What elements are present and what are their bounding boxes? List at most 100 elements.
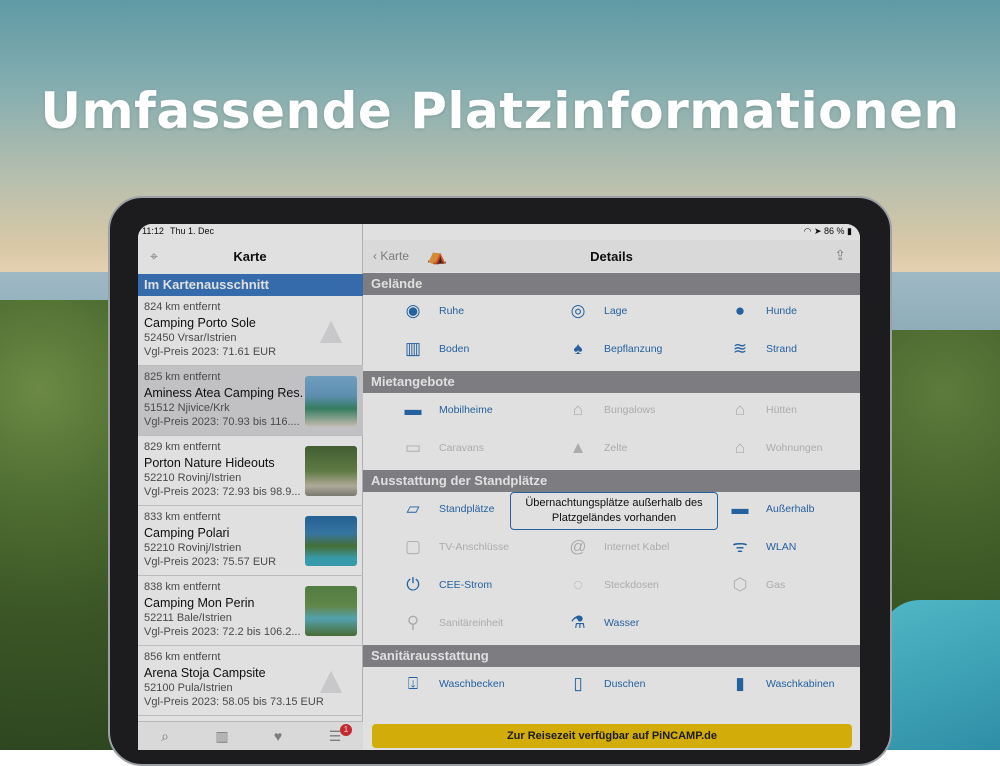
list-item[interactable]: 824 km entfernt Camping Porto Sole 52450… xyxy=(138,296,363,366)
filter-badge: 1 xyxy=(340,724,352,736)
section-miet: Mietangebote xyxy=(363,371,860,393)
cta-button[interactable]: Zur Reisezeit verfügbar auf PiNCAMP.de xyxy=(372,724,852,748)
feature-hunde[interactable]: ● Hunde xyxy=(724,299,797,323)
section-sanitaer: Sanitärausstattung xyxy=(363,645,860,667)
tree-icon: ♠ xyxy=(573,339,583,359)
campsite-thumbnail xyxy=(305,376,357,426)
apartment-icon: ⌂ xyxy=(734,438,746,458)
wifi-icon: ◠ xyxy=(803,226,812,236)
tablet-screen: ⌖ Karte Im Kartenausschnitt 824 km entfe… xyxy=(138,224,860,750)
list-item[interactable]: 825 km entfernt Aminess Atea Camping Res… xyxy=(138,366,363,436)
eye-icon: ◎ xyxy=(570,301,586,321)
tv-icon: ▢ xyxy=(404,537,422,557)
details-nav: ‹ Karte ⛺ Details ⇪ xyxy=(363,240,860,272)
feature-mobilheime[interactable]: ▬ Mobilheime xyxy=(397,398,493,422)
list-item[interactable]: 856 km entfernt Arena Stoja Campsite 521… xyxy=(138,646,363,716)
tent-icon: ▲ xyxy=(312,310,350,352)
campsite-thumbnail xyxy=(305,516,357,566)
left-title: Karte xyxy=(233,249,267,264)
feature-ruhe[interactable]: ◉ Ruhe xyxy=(397,299,465,323)
campsite-thumbnail xyxy=(305,446,357,496)
feature-caravans[interactable]: ▭ Caravans xyxy=(397,436,484,460)
feature-waschbecken[interactable]: ⍗ Waschbecken xyxy=(397,672,505,696)
water-tap-icon: ⚗ xyxy=(570,613,586,633)
tooltip: Übernachtungsplätze außerhalb des Platzg… xyxy=(510,492,718,530)
list-item[interactable]: 829 km entfernt Porton Nature Hideouts 5… xyxy=(138,436,363,506)
feature-duschen[interactable]: ▯ Duschen xyxy=(562,672,645,696)
mobile-home-icon: ▬ xyxy=(404,400,422,420)
section-gelaende: Gelände xyxy=(363,273,860,295)
ear-icon: ◉ xyxy=(405,301,421,321)
feature-huetten[interactable]: ⌂ Hütten xyxy=(724,398,797,422)
location-icon: ➤ xyxy=(813,226,822,236)
status-date: Thu 1. Dec xyxy=(170,226,215,236)
sanitary-icon: ⚲ xyxy=(406,613,420,633)
feature-tv[interactable]: ▢ TV-Anschlüsse xyxy=(397,535,509,559)
campsite-thumbnail xyxy=(305,586,357,636)
list-item[interactable]: 838 km entfernt Camping Mon Perin 52211 … xyxy=(138,576,363,646)
campsite-name: Camping Mon Perin xyxy=(144,596,255,610)
tab-bar: ⌕ ▥ ♥ ☰ 1 xyxy=(138,721,363,750)
feature-wohnungen[interactable]: ⌂ Wohnungen xyxy=(724,436,823,460)
camper-icon: ▬ xyxy=(731,499,749,519)
campsite-name: Camping Porto Sole xyxy=(144,316,256,330)
page-title: Umfassende Platzinformationen xyxy=(40,82,960,140)
plug-icon: ⏻ xyxy=(406,575,420,595)
campsite-name: Camping Polari xyxy=(144,526,230,540)
status-battery: ◠ ➤ 86 % ▮ xyxy=(803,226,852,236)
campsite-price: Vgl-Preis 2023: 70.93 bis 116.... xyxy=(144,416,300,428)
sink-icon: ⍗ xyxy=(407,674,419,694)
left-panel: ⌖ Karte Im Kartenausschnitt 824 km entfe… xyxy=(138,224,363,750)
feature-cee[interactable]: ⏻ CEE-Strom xyxy=(397,573,492,597)
feature-waschkabinen[interactable]: ▮ Waschkabinen xyxy=(724,672,834,696)
tent-icon: ▲ xyxy=(312,660,350,702)
status-time: 11:12 xyxy=(142,226,164,236)
feature-wasser[interactable]: ⚗ Wasser xyxy=(562,611,639,635)
search-icon[interactable]: ⌕ xyxy=(156,728,174,744)
hut-icon: ⌂ xyxy=(734,400,746,420)
left-nav: ⌖ Karte xyxy=(138,240,362,272)
heart-icon[interactable]: ♥ xyxy=(269,728,287,744)
feature-strand[interactable]: ≋ Strand xyxy=(724,337,797,361)
feature-ausserhalb[interactable]: ▬ Außerhalb xyxy=(724,497,815,521)
feature-bungalows[interactable]: ⌂ Bungalows xyxy=(562,398,656,422)
campsite-name: Arena Stoja Campsite xyxy=(144,666,266,680)
details-panel: ‹ Karte ⛺ Details ⇪ Gelände ◉ Ruhe ◎ Lage … xyxy=(363,224,860,750)
feature-steckdosen[interactable]: ◌ Steckdosen xyxy=(562,573,659,597)
section-ausstattung: Ausstattung der Standplätze xyxy=(363,470,860,492)
campsite-price: Vgl-Preis 2023: 72.2 bis 106.2... xyxy=(144,626,301,638)
campsite-price: Vgl-Preis 2023: 72.93 bis 98.9... xyxy=(144,486,301,498)
feature-boden[interactable]: ▥ Boden xyxy=(397,337,469,361)
campsite-name: Porton Nature Hideouts xyxy=(144,456,275,470)
feature-wlan[interactable]: ᯤ WLAN xyxy=(724,535,796,559)
section-header: Im Kartenausschnitt xyxy=(138,274,363,296)
gas-icon: ⬡ xyxy=(732,575,748,595)
washroom-icon: ▮ xyxy=(735,674,745,694)
pool xyxy=(880,600,1000,750)
bungalow-icon: ⌂ xyxy=(572,400,584,420)
tent-icon: ▲ xyxy=(569,438,587,458)
feature-internet[interactable]: @ Internet Kabel xyxy=(562,535,669,559)
list-item[interactable]: 833 km entfernt Camping Polari 52210 Rov… xyxy=(138,506,363,576)
caravan-icon: ▭ xyxy=(404,438,422,458)
feature-bepflanzung[interactable]: ♠ Bepflanzung xyxy=(562,337,662,361)
battery-icon: ▮ xyxy=(847,226,852,236)
beach-icon: ≋ xyxy=(732,339,748,359)
ground-icon: ▥ xyxy=(404,339,422,359)
feature-zelte[interactable]: ▲ Zelte xyxy=(562,436,628,460)
dog-icon: ● xyxy=(734,301,746,321)
feature-sanitaereinheit[interactable]: ⚲ Sanitäreinheit xyxy=(397,611,503,635)
feature-gas[interactable]: ⬡ Gas xyxy=(724,573,786,597)
wifi-icon: ᯤ xyxy=(732,537,748,557)
pitch-icon: ▱ xyxy=(406,499,420,519)
status-bar: 11:12 Thu 1. Dec ◠ ➤ 86 % ▮ xyxy=(138,224,860,240)
campsite-price: Vgl-Preis 2023: 71.61 EUR xyxy=(144,346,277,358)
internet-icon: @ xyxy=(569,537,587,557)
feature-standplaetze[interactable]: ▱ Standplätze xyxy=(397,497,494,521)
share-icon[interactable]: ⇪ xyxy=(834,247,846,264)
map-icon[interactable]: ▥ xyxy=(213,728,231,744)
campsite-price: Vgl-Preis 2023: 75.57 EUR xyxy=(144,556,277,568)
socket-icon: ◌ xyxy=(572,575,584,595)
feature-lage[interactable]: ◎ Lage xyxy=(562,299,628,323)
shower-icon: ▯ xyxy=(573,674,583,694)
